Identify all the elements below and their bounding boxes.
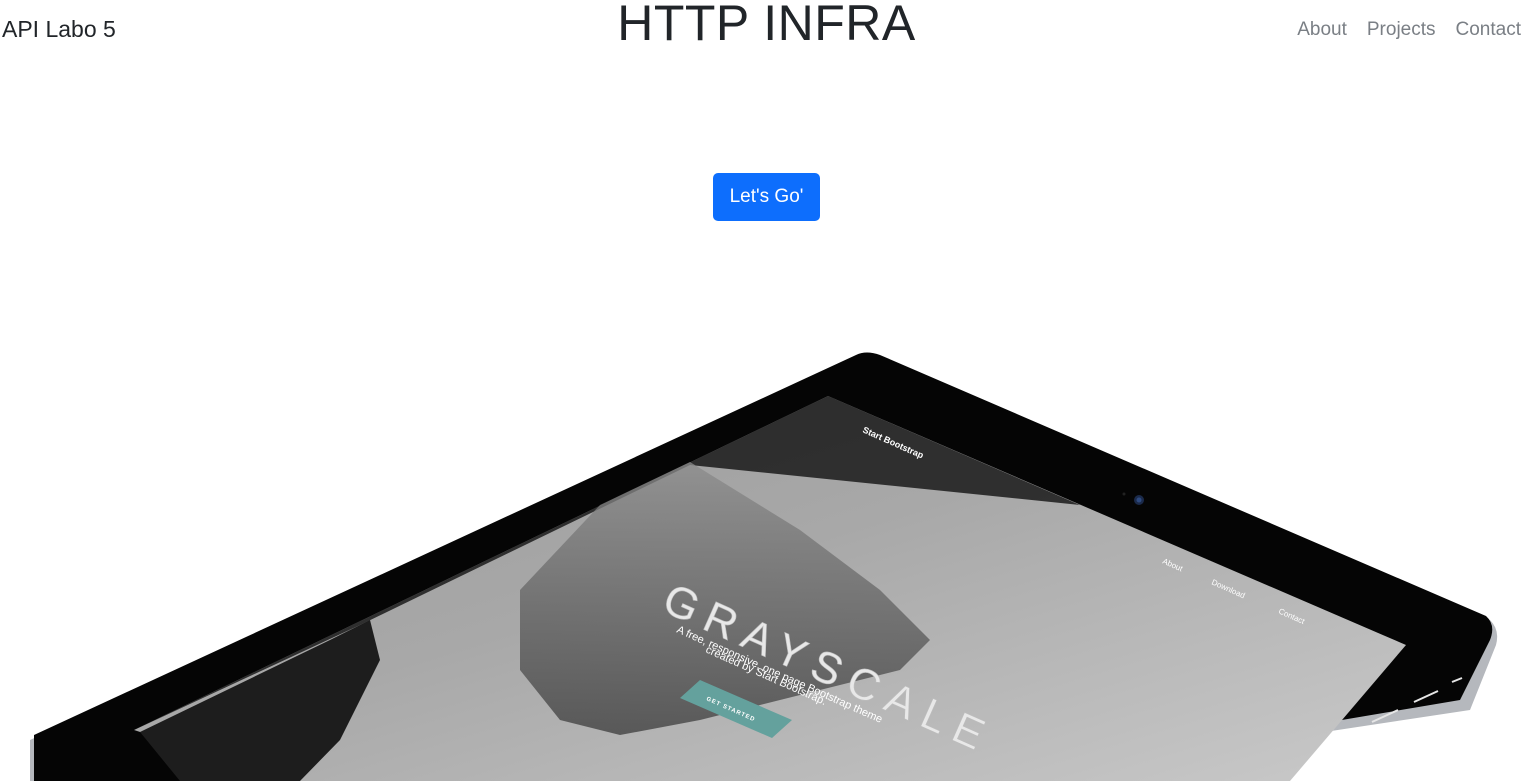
lets-go-button[interactable]: Let's Go' bbox=[713, 173, 820, 221]
nav-link-contact[interactable]: Contact bbox=[1456, 19, 1521, 41]
device-mockup: Start Bootstrap About Download Contact G… bbox=[0, 340, 1527, 781]
nav-link-projects[interactable]: Projects bbox=[1367, 19, 1436, 41]
main-nav: About Projects Contact bbox=[1297, 19, 1521, 41]
tablet-image: Start Bootstrap About Download Contact G… bbox=[30, 352, 1498, 781]
page: API Labo 5 HTTP INFRA About Projects Con… bbox=[0, 0, 1527, 781]
nav-link-about[interactable]: About bbox=[1297, 19, 1347, 41]
